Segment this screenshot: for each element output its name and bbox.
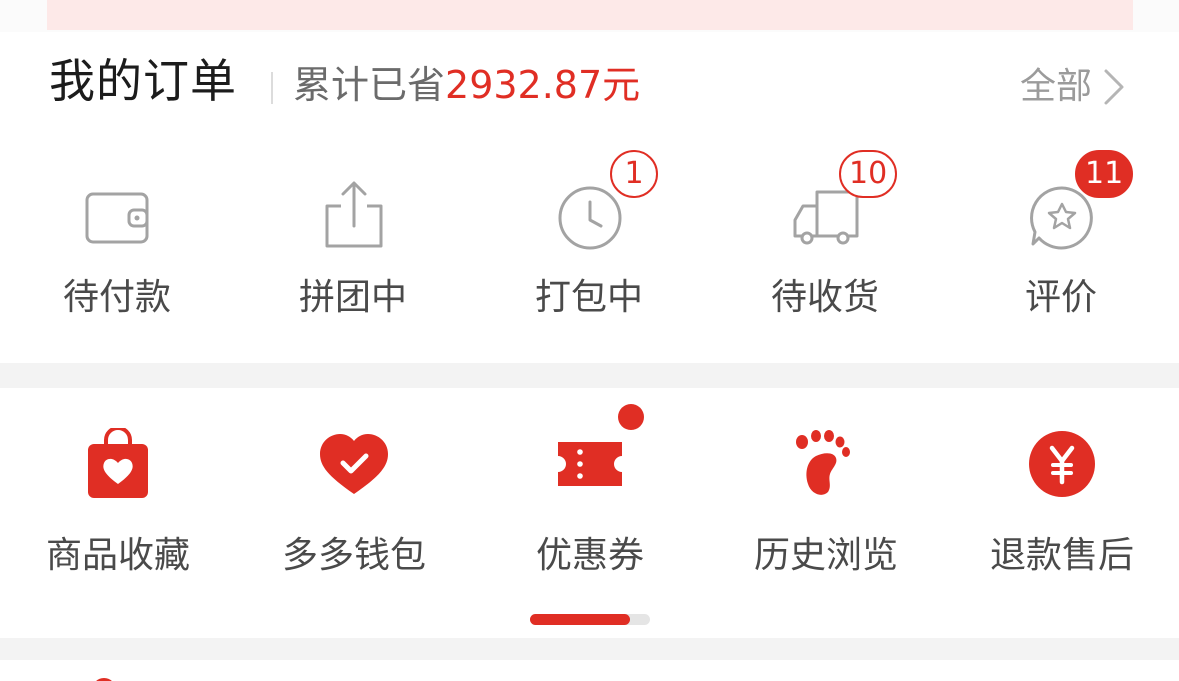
next-section-card xyxy=(0,660,1179,681)
tool-label: 多多钱包 xyxy=(281,535,426,576)
order-status-packing[interactable]: 1 打包中 xyxy=(489,150,689,330)
order-status-pending-payment[interactable]: 待付款 xyxy=(17,150,217,330)
tool-label: 历史浏览 xyxy=(753,535,898,576)
tool-refunds[interactable]: 退款售后 xyxy=(944,402,1179,592)
tool-label: 优惠券 xyxy=(535,535,644,576)
notification-dot xyxy=(618,404,644,430)
badge-count: 10 xyxy=(839,150,898,198)
footprint-icon xyxy=(796,430,850,495)
view-all-orders-button[interactable]: 全部 xyxy=(1020,67,1126,107)
order-status-label: 拼团中 xyxy=(298,277,407,318)
heart-bag-icon xyxy=(88,428,148,498)
heart-check-icon xyxy=(320,434,388,494)
share-box-icon xyxy=(325,181,383,248)
chevron-right-icon xyxy=(1104,69,1124,105)
order-status-label: 待付款 xyxy=(62,277,171,318)
savings-amount: 2932.87元 xyxy=(445,63,641,107)
page-indicator xyxy=(530,614,650,625)
order-status-label: 打包中 xyxy=(534,277,643,318)
order-status-label: 待收货 xyxy=(770,277,879,318)
page-indicator-fill xyxy=(530,614,630,625)
tool-wallet[interactable]: 多多钱包 xyxy=(236,402,472,592)
promo-banner-strip[interactable] xyxy=(47,0,1133,30)
view-all-label: 全部 xyxy=(1020,66,1093,107)
wallet-icon xyxy=(85,192,149,244)
tool-favorites[interactable]: 商品收藏 xyxy=(0,402,236,592)
order-status-review[interactable]: 11 评价 xyxy=(961,150,1161,330)
orders-title: 我的订单 xyxy=(49,54,237,108)
top-banner xyxy=(0,0,1179,32)
order-status-group-buying[interactable]: 拼团中 xyxy=(253,150,453,330)
badge-count: 1 xyxy=(610,150,658,198)
badge-count: 11 xyxy=(1075,150,1134,198)
tool-label: 退款售后 xyxy=(989,535,1134,576)
ticket-icon xyxy=(558,442,622,486)
yen-circle-icon xyxy=(1029,431,1095,497)
clock-icon xyxy=(558,186,622,250)
title-divider xyxy=(271,72,273,104)
tool-coupons[interactable]: 优惠券 xyxy=(472,402,708,592)
tool-label: 商品收藏 xyxy=(45,535,190,576)
savings-summary: 累计已省2932.87元 xyxy=(293,66,640,104)
order-status-label: 评价 xyxy=(1024,277,1097,318)
order-status-awaiting-delivery[interactable]: 10 待收货 xyxy=(725,150,925,330)
savings-label: 累计已省 xyxy=(293,63,446,107)
tool-history[interactable]: 历史浏览 xyxy=(708,402,944,592)
